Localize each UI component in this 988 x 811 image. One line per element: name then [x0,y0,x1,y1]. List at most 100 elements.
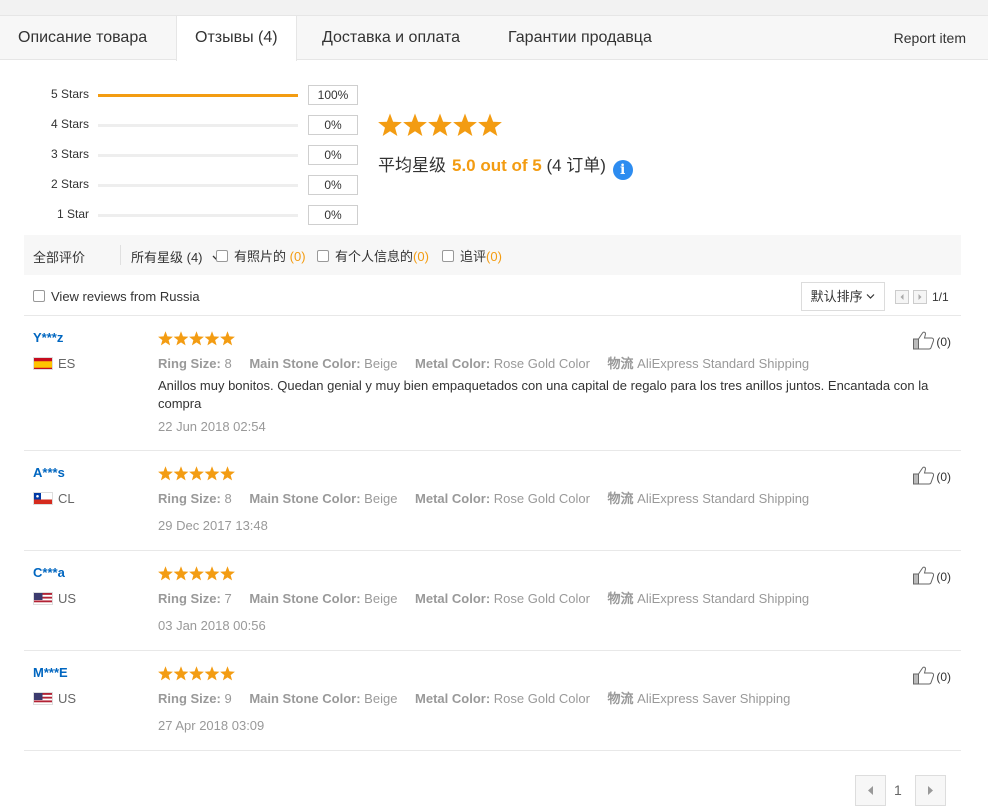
star-icon [189,666,204,681]
attr-value: 9 [224,691,232,706]
review-item: C***a US Ring Size: 7 Main Stone Color: … [24,565,961,650]
attr-value: Rose Gold Color [493,356,590,371]
filter-divider [120,245,121,265]
tab-bar: Описание товара Отзывы (4) Доставка и оп… [0,15,988,61]
distribution-label: 1 Star [56,207,89,221]
average-rating-stars [378,113,502,141]
attr-label: 物流 [607,591,634,606]
country-code: US [58,691,77,706]
review-filter-bar: 全部评价 所有星级 (4) 有照片的 (0) 有个人信息的(0) 追评(0) [24,235,961,275]
star-icon [189,466,204,481]
review-attributes: Ring Size: 7 Main Stone Color: Beige Met… [158,588,823,607]
reviewer-name[interactable]: C***a [33,565,65,580]
checkbox[interactable] [33,290,45,302]
distribution-percent: 100% [308,85,358,105]
review-date: 03 Jan 2018 00:56 [158,618,266,633]
current-page[interactable]: 1 [894,782,902,798]
tab-reviews[interactable]: Отзывы (4) [176,16,297,61]
attr-label: Main Stone Color: [249,491,361,506]
attr-value: Rose Gold Color [493,691,590,706]
review-stars [158,466,235,482]
distribution-label: 5 Stars [50,87,89,101]
filter-all-reviews[interactable]: 全部评价 [33,247,85,266]
attr-label: Metal Color: [415,691,491,706]
attr-value: AliExpress Saver Shipping [637,691,791,706]
star-rating-svg [158,466,235,481]
next-page-button[interactable] [915,775,946,806]
distribution-label: 2 Stars [50,177,89,191]
attr-value: 8 [224,356,232,371]
divider [24,650,961,651]
country-code: US [58,591,77,606]
distribution-bar [98,94,298,97]
attr-value: AliExpress Standard Shipping [637,356,810,371]
tab-shipping-payment[interactable]: Доставка и оплата [304,16,478,60]
review-stars [158,331,235,347]
sort-dropdown[interactable]: 默认排序 [801,282,885,311]
filter-with-personal-info[interactable]: 有个人信息的(0) [317,246,429,265]
divider [24,315,961,316]
reviewer-country: US [33,591,76,606]
filter-label: 追评 [460,249,487,264]
distribution-percent: 0% [308,175,358,195]
distribution-label: 3 Stars [50,147,89,161]
view-reviews-from-russia[interactable]: View reviews from Russia [33,289,200,304]
review-date: 22 Jun 2018 02:54 [158,419,266,434]
distribution-row-5: 5 Stars 100% [0,85,370,105]
star-icon [204,566,220,581]
star-icon [378,113,402,137]
helpful-button[interactable]: (0) [912,565,951,585]
review-text: Anillos muy bonitos. Quedan genial y muy… [158,378,929,411]
tab-seller-guarantees[interactable]: Гарантии продавца [490,16,670,60]
star-icon [220,566,235,581]
reviewer-name[interactable]: M***E [33,665,68,680]
divider [24,450,961,451]
attr-label: Metal Color: [415,591,491,606]
review-item: Y***z ES Ring Size: 8 Main Stone Color: … [24,330,961,450]
review-item: M***E US Ring Size: 9 Main Stone Color: … [24,665,961,750]
star-icon [428,113,452,137]
tab-description[interactable]: Описание товара [0,16,165,60]
filter-followup[interactable]: 追评(0) [442,246,502,265]
attr-value: Beige [364,591,398,606]
reviewer-name[interactable]: Y***z [33,330,63,345]
review-date: 27 Apr 2018 03:09 [158,718,265,733]
checkbox[interactable] [317,250,329,262]
average-rating-value: 5.0 out of 5 [452,156,542,175]
next-page-button[interactable] [913,290,927,304]
report-item-link[interactable]: Report item [894,16,966,60]
star-icon [403,113,427,137]
attr-value: AliExpress Standard Shipping [637,491,810,506]
attr-value: 8 [224,491,232,506]
helpful-button[interactable]: (0) [912,465,951,485]
info-icon[interactable]: i [612,160,633,180]
filter-with-photos[interactable]: 有照片的 (0) [216,246,306,265]
review-date: 29 Dec 2017 13:48 [158,518,268,533]
attr-value: Beige [364,491,398,506]
star-icon [158,666,173,681]
helpful-button[interactable]: (0) [912,330,951,350]
checkbox[interactable] [442,250,454,262]
star-icon [173,566,189,581]
review-attributes: Ring Size: 8 Main Stone Color: Beige Met… [158,488,823,507]
star-icon [204,331,220,346]
star-filter-dropdown[interactable]: 所有星级 (4) [131,247,222,266]
filter-label: 有个人信息的 [335,249,414,264]
star-icon [478,113,502,137]
prev-page-button[interactable] [855,775,886,806]
attr-label: 物流 [607,356,634,371]
star-rating-svg [158,666,235,681]
filter-count: (0) [486,249,502,264]
sort-label: 默认排序 [810,289,863,304]
distribution-bar [98,214,298,217]
average-rating-label: 平均星级 [378,156,446,175]
distribution-row-3: 3 Stars 0% [0,145,370,165]
review-attributes: Ring Size: 8 Main Stone Color: Beige Met… [158,353,823,372]
helpful-button[interactable]: (0) [912,665,951,685]
star-icon [173,666,189,681]
review-item: A***s CL Ring Size: 8 Main Stone Color: … [24,465,961,550]
chevron-left-icon [868,786,873,795]
checkbox[interactable] [216,250,228,262]
reviewer-name[interactable]: A***s [33,465,65,480]
prev-page-button[interactable] [895,290,909,304]
